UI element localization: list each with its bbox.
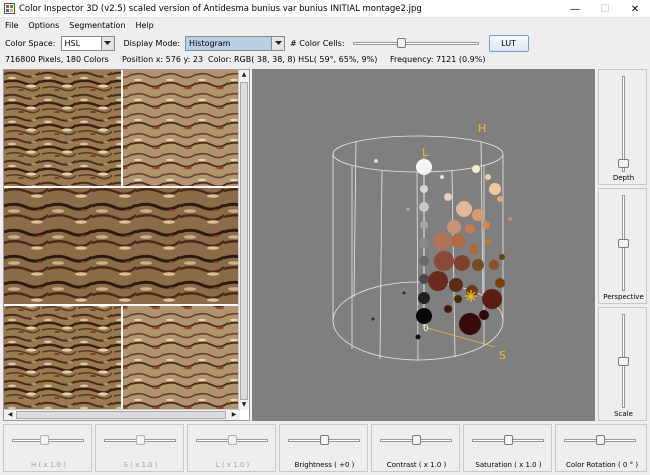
brightness-label: Brightness ( +0 ) [294, 461, 355, 469]
pixel-count: 716800 Pixels, 180 Colors [5, 55, 109, 64]
vertical-scrollbar[interactable]: ▲ ▼ [238, 70, 249, 410]
slider-knob[interactable] [135, 435, 145, 445]
scale-slider[interactable] [617, 314, 631, 408]
lut-button[interactable]: LUT [488, 34, 529, 52]
origin-label: 0 [423, 324, 429, 334]
close-button[interactable]: ✕ [620, 0, 650, 18]
scroll-thumb[interactable] [240, 82, 248, 400]
display-mode-select[interactable]: Histogram [185, 35, 286, 51]
scroll-left-icon[interactable]: ◀ [5, 410, 15, 420]
scale-label: Scale [614, 410, 633, 418]
display-mode-label: Display Mode: [123, 38, 181, 48]
app-icon [4, 3, 15, 14]
h-factor-label: H ( x 1.0 ) [31, 461, 66, 469]
slider-knob[interactable] [618, 356, 629, 366]
maximize-button[interactable]: ☐ [590, 0, 620, 18]
slider-knob[interactable] [397, 38, 406, 48]
l-factor-slider[interactable] [196, 433, 268, 447]
slider-knob[interactable] [411, 435, 421, 445]
l-factor-panel: L ( x 1.0 ) [187, 424, 276, 472]
chevron-down-icon [271, 36, 285, 50]
h-factor-slider[interactable] [12, 433, 84, 447]
slider-knob[interactable] [503, 435, 513, 445]
saturation-label: Saturation ( x 1.0 ) [475, 461, 542, 469]
slider-knob[interactable] [227, 435, 237, 445]
perspective-label: Perspective [603, 293, 644, 301]
l-factor-label: L ( x 1.0 ) [215, 461, 250, 469]
slider-knob[interactable] [40, 435, 50, 445]
depth-panel: Depth [598, 69, 647, 185]
hsl-cylinder-plot: H L S 0 [332, 122, 512, 362]
color-cells-slider[interactable] [352, 36, 479, 50]
perspective-slider[interactable] [617, 195, 631, 291]
menu-segmentation[interactable]: Segmentation [69, 21, 125, 30]
contrast-label: Contrast ( x 1.0 ) [386, 461, 447, 469]
chevron-down-icon [100, 36, 114, 50]
menu-help[interactable]: Help [136, 21, 154, 30]
color-space-value: HSL [64, 38, 81, 48]
s-factor-slider[interactable] [104, 433, 176, 447]
s-factor-panel: S ( x 1.0 ) [95, 424, 184, 472]
contrast-slider[interactable] [380, 433, 452, 447]
horizontal-scrollbar[interactable]: ◀ ▶ [4, 409, 240, 420]
color-readout: Color: RGB( 38, 38, 8) HSL( 59°, 65%, 9%… [208, 55, 378, 64]
status-line: 716800 Pixels, 180 Colors Position x: 57… [5, 55, 645, 67]
perspective-panel: Perspective [598, 188, 647, 304]
h-axis-label: H [478, 122, 486, 135]
saturation-slider[interactable] [472, 433, 544, 447]
color-rotation-slider[interactable] [564, 433, 636, 447]
s-factor-label: S ( x 1.0 ) [123, 461, 158, 469]
window-title: Color Inspector 3D (v2.5) scaled version… [19, 3, 422, 14]
scroll-thumb[interactable] [16, 411, 226, 419]
color-3d-view[interactable]: H L S 0 [252, 69, 595, 421]
frequency-readout: Frequency: 7121 (0.9%) [390, 55, 486, 64]
image-panel[interactable]: ▲ ▼ ◀ ▶ [3, 69, 250, 421]
position-readout: Position x: 576 y: 23 [122, 55, 204, 64]
l-axis-label: L [422, 146, 429, 159]
h-factor-panel: H ( x 1.0 ) [3, 424, 92, 472]
menu-options[interactable]: Options [28, 21, 59, 30]
bark-image-montage [4, 70, 240, 410]
depth-label: Depth [612, 174, 635, 182]
color-rotation-label: Color Rotation ( 0 ° ) [565, 461, 639, 469]
scale-panel: Scale [598, 307, 647, 421]
color-histogram-spheres [371, 159, 512, 340]
controls-row: Color Space: HSL Display Mode: Histogram… [0, 33, 650, 53]
display-mode-value: Histogram [186, 36, 272, 50]
depth-slider[interactable] [617, 76, 631, 172]
s-axis-label: S [499, 349, 506, 362]
saturation-panel: Saturation ( x 1.0 ) [463, 424, 552, 472]
scroll-up-icon[interactable]: ▲ [239, 70, 249, 80]
menu-bar: File Options Segmentation Help [0, 18, 650, 32]
slider-knob[interactable] [595, 435, 605, 445]
brightness-slider[interactable] [288, 433, 360, 447]
slider-knob[interactable] [319, 435, 329, 445]
title-bar: Color Inspector 3D (v2.5) scaled version… [0, 0, 650, 18]
scroll-right-icon[interactable]: ▶ [229, 410, 239, 420]
brightness-panel: Brightness ( +0 ) [279, 424, 368, 472]
slider-knob[interactable] [618, 238, 629, 248]
slider-knob[interactable] [618, 158, 629, 168]
color-cells-label: # Color Cells: [290, 38, 345, 48]
color-space-select[interactable]: HSL [60, 35, 115, 51]
minimize-button[interactable]: — [560, 0, 590, 18]
menu-file[interactable]: File [5, 21, 18, 30]
scroll-down-icon[interactable]: ▼ [239, 400, 249, 410]
contrast-panel: Contrast ( x 1.0 ) [371, 424, 460, 472]
color-space-label: Color Space: [5, 38, 56, 48]
color-rotation-panel: Color Rotation ( 0 ° ) [555, 424, 647, 472]
